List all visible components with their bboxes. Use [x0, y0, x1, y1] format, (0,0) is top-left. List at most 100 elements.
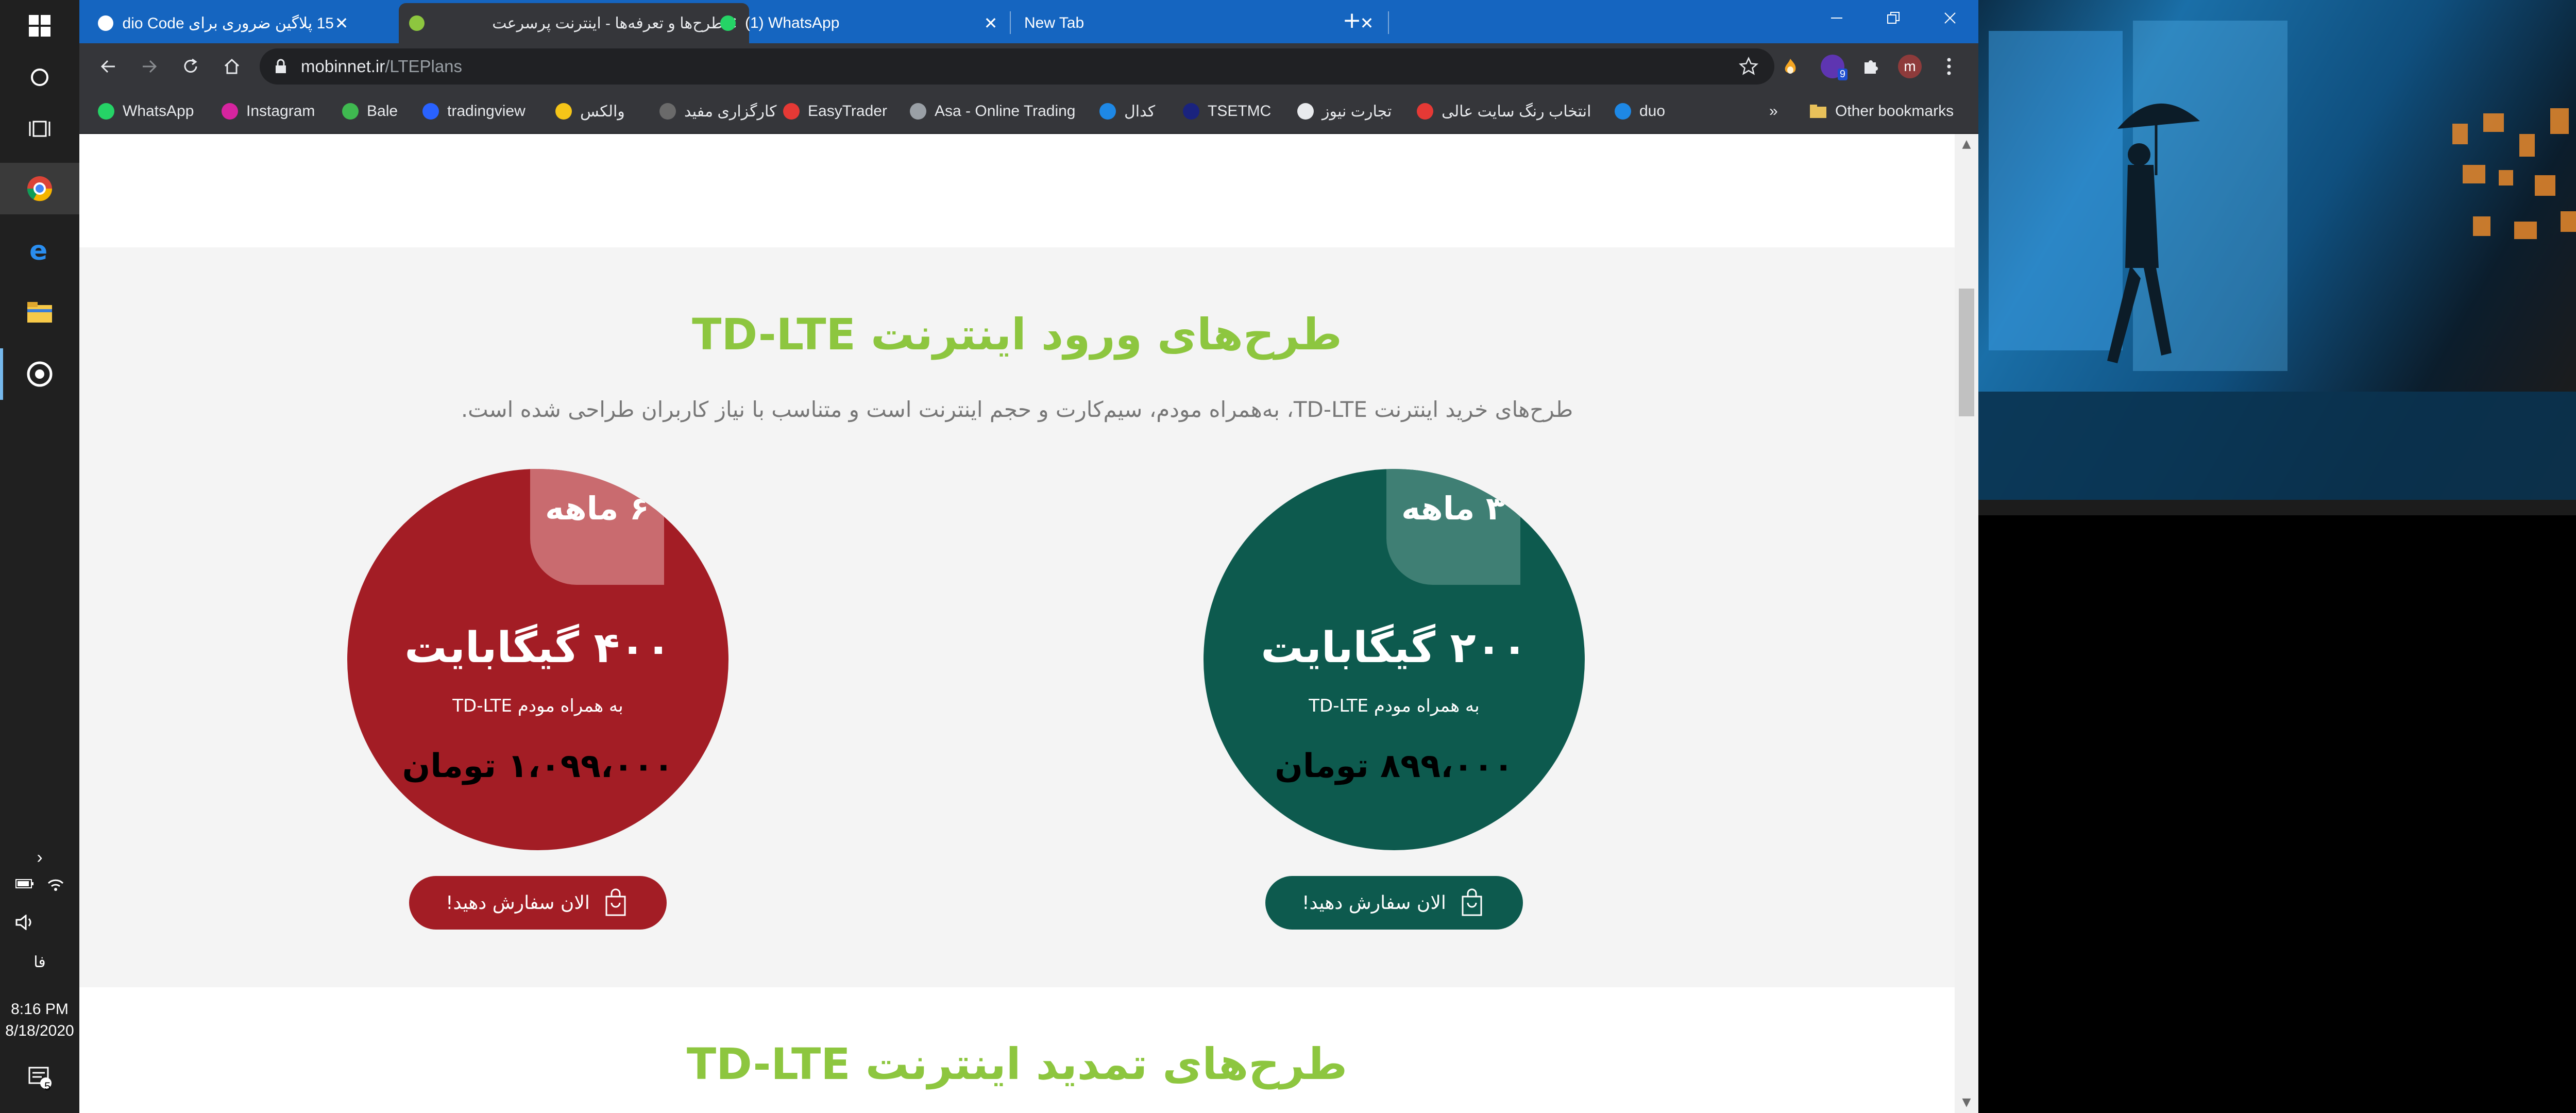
- walex-icon: [555, 103, 572, 120]
- taskbar-app-ring[interactable]: [0, 348, 79, 400]
- start-button[interactable]: [0, 0, 79, 52]
- asa-icon: [910, 103, 926, 120]
- close-window-button[interactable]: [1922, 0, 1978, 36]
- tab-title: 15 پلاگین ضروری برای Studio Code: [123, 14, 334, 32]
- svg-text:e: e: [29, 237, 47, 264]
- plan-note: به همراه مودم TD-LTE: [1309, 696, 1480, 716]
- restore-button[interactable]: [1865, 0, 1922, 36]
- taskbar-file-explorer[interactable]: [0, 286, 79, 338]
- bookmark-label: انتخاب رنگ سایت عالی: [1442, 103, 1591, 120]
- umbrella-girl-silhouette: [1978, 21, 2576, 500]
- profile-avatar[interactable]: m: [1898, 55, 1922, 78]
- back-button[interactable]: [93, 51, 124, 82]
- task-view-button[interactable]: [0, 103, 79, 155]
- bookmark-mofid[interactable]: کارگزاری مفید: [659, 90, 776, 133]
- tab-separator: [1010, 11, 1011, 34]
- taskbar-edge[interactable]: e: [0, 225, 79, 276]
- bookmark-label: Instagram: [246, 103, 315, 120]
- bookmark-bale[interactable]: Bale: [342, 90, 398, 133]
- tab-vscode-article[interactable]: 15 پلاگین ضروری برای Studio Code ✕: [88, 3, 360, 43]
- bookmark-star-icon[interactable]: [1738, 56, 1759, 77]
- bookmark-label: duo: [1639, 103, 1666, 120]
- chrome-window: 15 پلاگین ضروری برای Studio Code ✕ طرح‌ه…: [79, 0, 1978, 1113]
- bookmarks-bar: WhatsApp Instagram Bale tradingview والک…: [79, 90, 1978, 134]
- bookmark-instagram[interactable]: Instagram: [222, 90, 315, 133]
- duo-icon: [1615, 103, 1631, 120]
- second-monitor-taskbar: [1978, 500, 2576, 515]
- other-bookmarks-label: Other bookmarks: [1835, 103, 1954, 120]
- home-icon: [224, 58, 240, 74]
- tab-separator: [1388, 11, 1389, 34]
- puzzle-piece-icon: [1865, 60, 1878, 74]
- bookmark-label: TSETMC: [1208, 103, 1272, 120]
- show-hidden-icons[interactable]: ›: [0, 848, 79, 868]
- other-bookmarks[interactable]: Other bookmarks: [1809, 90, 1954, 133]
- taskbar-chrome[interactable]: [0, 163, 79, 214]
- bookmark-duo[interactable]: duo: [1615, 90, 1665, 133]
- vertical-scrollbar[interactable]: ▲ ▼: [1955, 134, 1978, 1113]
- bookmark-tradingview[interactable]: tradingview: [422, 90, 526, 133]
- bookmark-tejarat-news[interactable]: تجارت نیوز: [1297, 90, 1392, 133]
- plan-price: ۸۹۹،۰۰۰ تومان: [1275, 747, 1514, 785]
- scroll-up-arrow-icon[interactable]: ▲: [1955, 134, 1978, 155]
- extension-badge-button[interactable]: 9: [1821, 55, 1848, 80]
- home-button[interactable]: [216, 51, 247, 82]
- cortana-circle-icon: [31, 69, 48, 86]
- bookmark-label: تجارت نیوز: [1322, 103, 1392, 120]
- bookmark-label: WhatsApp: [123, 103, 194, 120]
- browser-toolbar: mobinnet.ir/LTEPlans 9 m: [79, 43, 1978, 90]
- entry-plans-section: طرح‌های ورود اینترنت TD-LTE طرح‌های خرید…: [79, 247, 1955, 987]
- wifi-icon[interactable]: [46, 876, 65, 891]
- volume-icon[interactable]: [15, 915, 36, 930]
- tab-title: طرح‌ها و تعرفه‌ها - اینترنت پرسرعت: [492, 14, 723, 32]
- minimize-button[interactable]: [1808, 0, 1865, 36]
- forward-button[interactable]: [134, 51, 165, 82]
- lock-icon[interactable]: [274, 59, 287, 74]
- tradingview-icon: [422, 103, 439, 120]
- scroll-down-arrow-icon[interactable]: ▼: [1955, 1092, 1978, 1113]
- search-button[interactable]: [0, 52, 79, 103]
- task-view-icon: [29, 121, 50, 137]
- bookmark-whatsapp[interactable]: WhatsApp: [98, 90, 194, 133]
- new-tab-button[interactable]: +: [1321, 2, 1383, 38]
- order-button-label: الان سفارش دهید!: [446, 892, 590, 914]
- bookmark-label: Bale: [367, 103, 398, 120]
- shopping-bag-icon: [1462, 888, 1482, 916]
- bookmark-tsetmc[interactable]: TSETMC: [1183, 90, 1271, 133]
- clock-time[interactable]: 8:16 PM: [0, 1001, 79, 1018]
- battery-icon[interactable]: [15, 878, 34, 889]
- instagram-icon: [222, 103, 238, 120]
- input-language[interactable]: فا: [0, 953, 79, 971]
- url-text[interactable]: mobinnet.ir/LTEPlans: [301, 48, 462, 85]
- extensions-button[interactable]: [1859, 55, 1883, 78]
- action-center-button[interactable]: 5: [0, 1051, 79, 1103]
- order-now-button[interactable]: الان سفارش دهید!: [409, 876, 667, 930]
- bookmarks-overflow[interactable]: »: [1769, 90, 1778, 133]
- bookmark-codal[interactable]: کدال: [1099, 90, 1155, 133]
- menu-button[interactable]: [1937, 55, 1961, 78]
- whatsapp-favicon-icon: [720, 15, 736, 31]
- address-bar[interactable]: mobinnet.ir/LTEPlans: [260, 48, 1774, 85]
- bookmark-color-picker[interactable]: انتخاب رنگ سایت عالی: [1417, 90, 1591, 133]
- order-now-button[interactable]: الان سفارش دهید!: [1265, 876, 1523, 930]
- order-button-label: الان سفارش دهید!: [1302, 892, 1446, 914]
- bookmark-walex[interactable]: والکس: [555, 90, 625, 133]
- bookmark-easytrader[interactable]: EasyTrader: [783, 90, 887, 133]
- reload-button[interactable]: [175, 51, 206, 82]
- desktop-wallpaper-photo: [1978, 0, 2576, 515]
- extension-fire-button[interactable]: [1778, 55, 1802, 78]
- bookmark-label: کارگزاری مفید: [684, 103, 777, 120]
- reload-icon: [184, 58, 197, 73]
- tab-whatsapp[interactable]: (1) WhatsApp ✕: [710, 3, 1009, 43]
- tab-mobinnet[interactable]: طرح‌ها و تعرفه‌ها - اینترنت پرسرعت ✕: [399, 3, 749, 43]
- windows-logo-icon: [29, 15, 50, 37]
- scrollbar-thumb[interactable]: [1959, 289, 1974, 416]
- ring-app-icon: [27, 361, 53, 387]
- clock-date[interactable]: 8/18/2020: [0, 1022, 79, 1040]
- fire-extension-icon: [1785, 59, 1796, 74]
- bale-icon: [342, 103, 359, 120]
- close-tab-icon[interactable]: ✕: [983, 13, 998, 33]
- close-tab-icon[interactable]: ✕: [334, 13, 349, 33]
- bookmark-asa[interactable]: Asa - Online Trading: [910, 90, 1075, 133]
- plan-volume: ۲۰۰ گیگابایت: [1261, 623, 1528, 672]
